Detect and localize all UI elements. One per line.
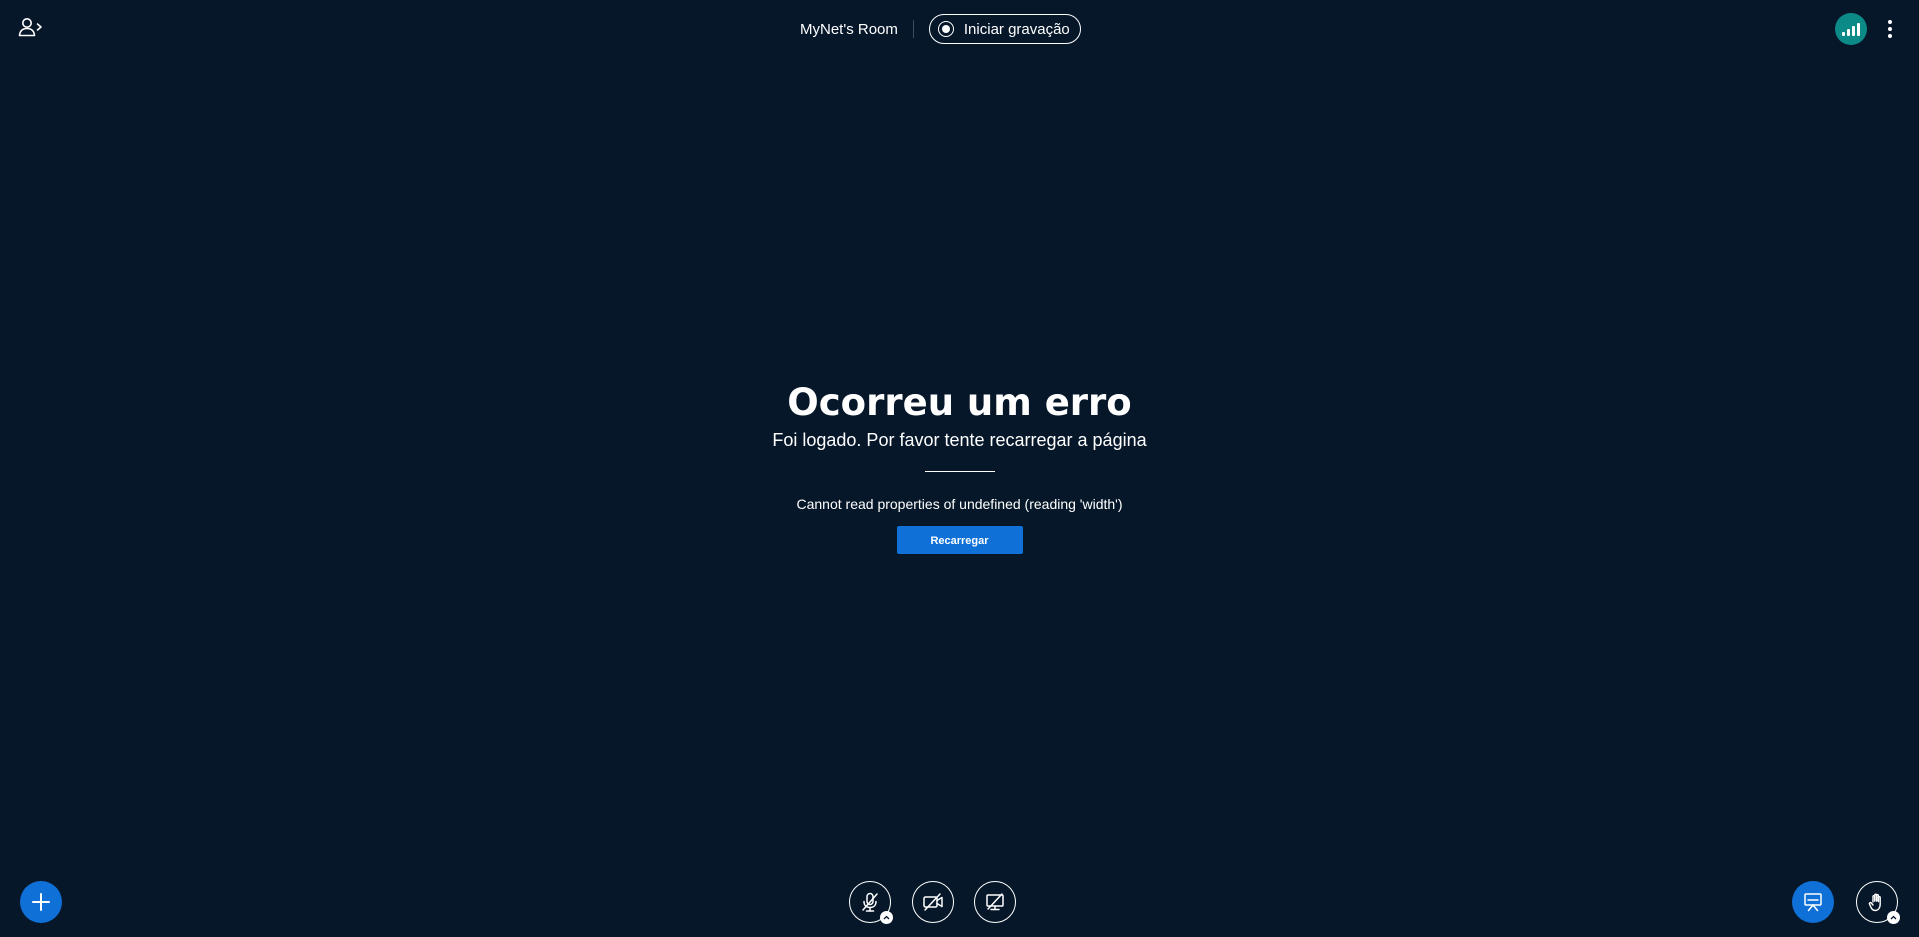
record-label: Iniciar gravação (963, 20, 1070, 38)
options-kebab-icon[interactable] (1880, 15, 1900, 43)
join-audio-button[interactable] (849, 881, 893, 924)
actions-plus-button[interactable] (20, 881, 62, 923)
record-icon (937, 21, 954, 37)
reload-button[interactable]: Recarregar (896, 526, 1023, 554)
reactions-caret-icon[interactable] (1887, 911, 1900, 924)
top-navigation-bar: MyNet's Room Iniciar gravação (0, 0, 1919, 58)
audio-options-caret-icon[interactable] (880, 911, 893, 924)
connection-status-icon[interactable] (1835, 13, 1867, 45)
start-recording-button[interactable]: Iniciar gravação (928, 14, 1081, 44)
title-group: MyNet's Room Iniciar gravação (800, 13, 1081, 45)
plus-icon (32, 893, 50, 911)
presentation-button[interactable] (1792, 881, 1834, 923)
error-message: Cannot read properties of undefined (rea… (796, 496, 1123, 512)
error-separator (924, 471, 995, 472)
presentation-icon (1804, 893, 1822, 912)
microphone-muted-icon (862, 892, 878, 912)
camera-off-icon (923, 893, 943, 911)
raise-hand-button[interactable] (1856, 881, 1900, 924)
share-screen-button[interactable] (974, 881, 1016, 923)
hand-icon (1868, 893, 1881, 912)
bottom-action-bar (0, 867, 1919, 937)
meeting-room: MyNet's Room Iniciar gravação Ocorreu um… (0, 0, 1919, 937)
error-title: Ocorreu um erro (787, 381, 1132, 424)
error-panel: Ocorreu um erro Foi logado. Por favor te… (0, 378, 1919, 554)
screenshare-off-icon (986, 893, 1004, 911)
title-divider (912, 20, 914, 38)
room-title: MyNet's Room (800, 20, 898, 38)
user-list-toggle-icon[interactable] (18, 16, 44, 38)
share-webcam-button[interactable] (912, 881, 954, 923)
error-subtitle: Foi logado. Por favor tente recarregar a… (772, 430, 1147, 450)
